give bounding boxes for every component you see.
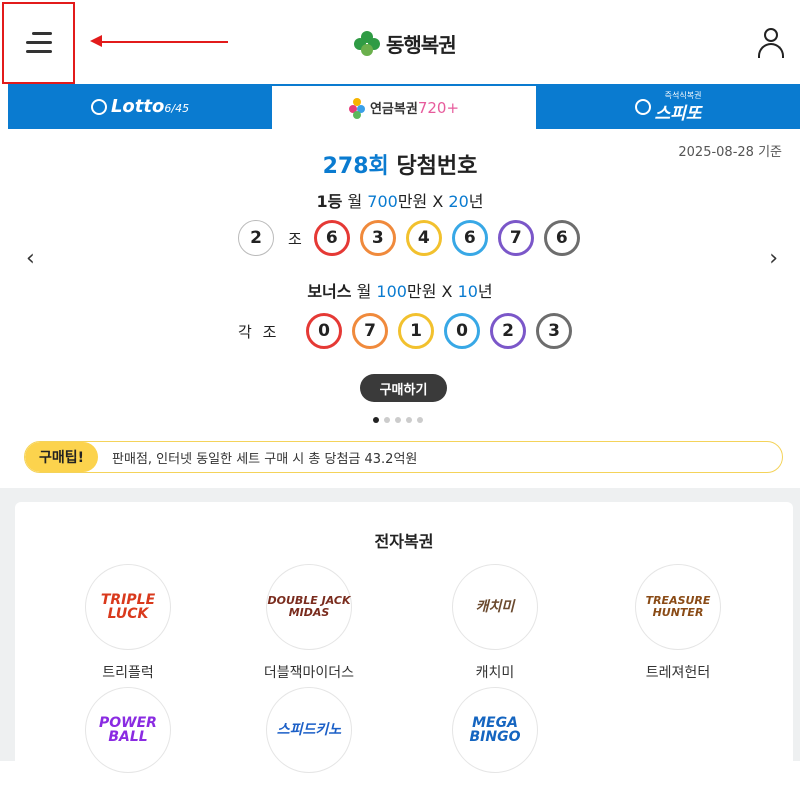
bonus-ball: 0 [306,313,342,349]
bonus-unit: 만원 X [406,282,453,301]
tab-speeto-sub: 즉석식복권 [664,90,702,100]
carousel-dot[interactable] [417,417,423,423]
lotto-ball-icon [90,98,107,115]
game-speed-keno[interactable]: 스피드키노 [244,687,374,785]
app-logo[interactable]: 동행복권 [354,29,457,58]
first-years: 20 [448,192,469,211]
user-button[interactable] [756,28,786,58]
pension-icon [348,97,365,119]
number-ball: 4 [405,220,442,256]
bonus-ball: 3 [536,313,572,349]
next-draw-button[interactable]: › [769,246,778,271]
header: 동행복권 [0,0,800,84]
first-years-unit: 년 [468,192,484,211]
bonus-group-label: 각 조 [238,323,280,341]
egame-section: 전자복권 TRIPLE LUCK 트리플럭 DOUBLE JACK MIDAS … [0,488,800,773]
mega-bingo-logo: MEGA BINGO [452,687,538,773]
first-rank: 1등 [316,192,343,211]
game-label: 트레져헌터 [645,665,711,681]
group-ball: 2 [238,220,274,256]
tip-badge: 구매팁! [25,442,99,472]
first-number-row: 2 조 6 3 4 6 7 6 [238,220,590,256]
tab-lotto-sub: 6/45 [164,102,190,115]
power-ball-logo: POWER BALL [85,687,171,773]
game-label: 트리플럭 [102,665,154,681]
prev-draw-button[interactable]: ‹ [26,246,35,271]
game-catchme[interactable]: 캐치미 캐치미 [430,564,560,682]
egame-card: 전자복권 TRIPLE LUCK 트리플럭 DOUBLE JACK MIDAS … [15,502,793,773]
egame-title: 전자복권 [374,532,434,551]
tab-speeto-label: 스피또 [654,103,702,124]
carousel-dot[interactable] [395,417,401,423]
lottery-tabs: Lotto6/45 연금복권720+ 즉석식복권스피또 [8,84,800,129]
clover-icon [354,30,380,57]
speeto-icon [634,98,651,115]
first-prize-line: 1등 월 700만원 X 20년 [0,188,800,212]
carousel-dot[interactable] [373,417,379,423]
buy-button[interactable]: 구매하기 [360,374,447,402]
number-ball: 6 [313,220,350,256]
carousel-dot[interactable] [406,417,412,423]
bonus-rank: 보너스 [307,282,352,301]
number-ball: 6 [543,220,580,256]
bonus-ball: 1 [398,313,434,349]
bonus-years: 10 [457,282,478,301]
bonus-pre: 월 [356,282,372,301]
draw-title-suffix: 당첨번호 [396,154,478,179]
purchase-tip-bar[interactable]: 구매팁! 판매점, 인터넷 동일한 세트 구매 시 총 당첨금 43.2억원 [24,441,783,473]
app-name: 동행복권 [386,33,457,57]
game-treasure-hunter[interactable]: TREASURE HUNTER 트레져헌터 [613,564,743,682]
tip-text: 판매점, 인터넷 동일한 세트 구매 시 총 당첨금 43.2억원 [112,451,418,467]
speed-keno-logo: 스피드키노 [266,687,352,773]
game-label: 더블잭마이더스 [263,665,355,681]
carousel-dot[interactable] [384,417,390,423]
game-triple-luck[interactable]: TRIPLE LUCK 트리플럭 [63,564,193,682]
bonus-amount: 100 [376,282,407,301]
bonus-prize-line: 보너스 월 100만원 X 10년 [0,278,800,302]
bonus-ball: 0 [444,313,480,349]
annotation-arrow [90,35,230,47]
bonus-years-unit: 년 [477,282,493,301]
bonus-ball: 2 [490,313,526,349]
number-ball: 3 [359,220,396,256]
treasure-hunter-logo: TREASURE HUNTER [635,564,721,650]
catchme-logo: 캐치미 [452,564,538,650]
draw-round: 278회 [322,154,389,179]
number-ball: 7 [497,220,534,256]
tab-lotto[interactable]: Lotto6/45 [8,84,272,129]
hamburger-icon [25,32,52,54]
game-power-ball[interactable]: POWER BALL [63,687,193,785]
menu-button[interactable] [2,2,75,84]
double-jack-logo: DOUBLE JACK MIDAS [266,564,352,650]
bonus-ball: 7 [352,313,388,349]
carousel-dots [373,417,423,423]
game-double-jack-midas[interactable]: DOUBLE JACK MIDAS 더블잭마이더스 [244,564,374,682]
tab-pension-sub: 720+ [417,99,460,117]
triple-luck-logo: TRIPLE LUCK [85,564,171,650]
game-label: 캐치미 [475,665,515,681]
first-amount: 700 [367,192,398,211]
user-icon [764,28,778,42]
tab-pension-label: 연금복권 [369,102,418,117]
tab-pension[interactable]: 연금복권720+ [272,84,536,129]
draw-title: 278회 당첨번호 [0,148,800,180]
number-ball: 6 [451,220,488,256]
tab-speeto[interactable]: 즉석식복권스피또 [536,84,800,129]
game-mega-bingo[interactable]: MEGA BINGO [430,687,560,785]
group-label: 조 [288,229,302,248]
first-pre: 월 [347,192,363,211]
tab-lotto-label: Lotto [110,96,165,117]
bonus-number-row: 0 7 1 0 2 3 [306,313,582,349]
first-unit: 만원 X [397,192,444,211]
